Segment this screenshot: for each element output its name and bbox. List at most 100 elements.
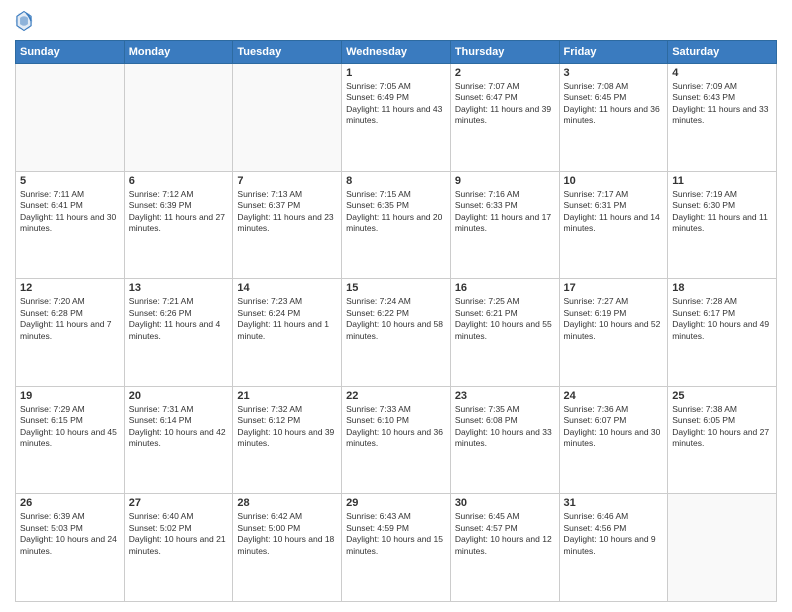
calendar-cell: 30 Sunrise: 6:45 AM Sunset: 4:57 PM Dayli… — [450, 494, 559, 602]
day-number: 7 — [237, 175, 337, 187]
calendar-cell: 11 Sunrise: 7:19 AM Sunset: 6:30 PM Dayli… — [668, 171, 777, 279]
calendar-cell: 6 Sunrise: 7:12 AM Sunset: 6:39 PM Daylig… — [124, 171, 233, 279]
calendar-cell: 25 Sunrise: 7:38 AM Sunset: 6:05 PM Dayli… — [668, 386, 777, 494]
calendar-cell: 5 Sunrise: 7:11 AM Sunset: 6:41 PM Daylig… — [16, 171, 125, 279]
day-detail: Sunrise: 7:33 AM Sunset: 6:10 PM Dayligh… — [346, 404, 446, 450]
calendar-cell: 14 Sunrise: 7:23 AM Sunset: 6:24 PM Dayli… — [233, 279, 342, 387]
day-detail: Sunrise: 7:20 AM Sunset: 6:28 PM Dayligh… — [20, 296, 120, 342]
day-number: 30 — [455, 497, 555, 509]
day-detail: Sunrise: 7:38 AM Sunset: 6:05 PM Dayligh… — [672, 404, 772, 450]
calendar-cell: 27Sunrise: 6:40 AM Sunset: 5:02 PM Dayli… — [124, 494, 233, 602]
day-number: 16 — [455, 282, 555, 294]
calendar-cell: 12 Sunrise: 7:20 AM Sunset: 6:28 PM Dayli… — [16, 279, 125, 387]
day-detail: Sunrise: 6:45 AM Sunset: 4:57 PM Dayligh… — [455, 511, 555, 557]
day-number: 4 — [672, 67, 772, 79]
day-number: 25 — [672, 390, 772, 402]
day-number: 11 — [672, 175, 772, 187]
day-detail: Sunrise: 7:24 AM Sunset: 6:22 PM Dayligh… — [346, 296, 446, 342]
day-detail: Sunrise: 7:05 AM Sunset: 6:49 PM Dayligh… — [346, 81, 446, 127]
day-number: 6 — [129, 175, 229, 187]
day-detail: Sunrise: 7:16 AM Sunset: 6:33 PM Dayligh… — [455, 189, 555, 235]
day-number: 24 — [564, 390, 664, 402]
week-row-1: 1Sunrise: 7:05 AM Sunset: 6:49 PM Daylig… — [16, 64, 777, 172]
day-detail: Sunrise: 7:08 AM Sunset: 6:45 PM Dayligh… — [564, 81, 664, 127]
page: SundayMondayTuesdayWednesdayThursdayFrid… — [0, 0, 792, 612]
day-number: 21 — [237, 390, 337, 402]
calendar-cell: 13 Sunrise: 7:21 AM Sunset: 6:26 PM Dayli… — [124, 279, 233, 387]
calendar-cell: 2Sunrise: 7:07 AM Sunset: 6:47 PM Daylig… — [450, 64, 559, 172]
calendar-cell: 3 Sunrise: 7:08 AM Sunset: 6:45 PM Daylig… — [559, 64, 668, 172]
week-row-5: 26 Sunrise: 6:39 AM Sunset: 5:03 PM Dayli… — [16, 494, 777, 602]
day-number: 8 — [346, 175, 446, 187]
logo-icon — [15, 10, 33, 32]
calendar-cell: 10Sunrise: 7:17 AM Sunset: 6:31 PM Dayli… — [559, 171, 668, 279]
calendar-cell: 9 Sunrise: 7:16 AM Sunset: 6:33 PM Daylig… — [450, 171, 559, 279]
calendar-cell: 23 Sunrise: 7:35 AM Sunset: 6:08 PM Dayli… — [450, 386, 559, 494]
calendar-table: SundayMondayTuesdayWednesdayThursdayFrid… — [15, 40, 777, 602]
day-detail: Sunrise: 7:28 AM Sunset: 6:17 PM Dayligh… — [672, 296, 772, 342]
day-detail: Sunrise: 7:09 AM Sunset: 6:43 PM Dayligh… — [672, 81, 772, 127]
calendar-cell: 22 Sunrise: 7:33 AM Sunset: 6:10 PM Dayli… — [342, 386, 451, 494]
calendar-cell: 7 Sunrise: 7:13 AM Sunset: 6:37 PM Daylig… — [233, 171, 342, 279]
calendar-cell — [16, 64, 125, 172]
weekday-header-sunday: Sunday — [16, 41, 125, 64]
calendar-cell: 29 Sunrise: 6:43 AM Sunset: 4:59 PM Dayli… — [342, 494, 451, 602]
weekday-header-saturday: Saturday — [668, 41, 777, 64]
day-number: 5 — [20, 175, 120, 187]
calendar-cell: 17 Sunrise: 7:27 AM Sunset: 6:19 PM Dayli… — [559, 279, 668, 387]
day-number: 31 — [564, 497, 664, 509]
day-detail: Sunrise: 7:23 AM Sunset: 6:24 PM Dayligh… — [237, 296, 337, 342]
day-number: 29 — [346, 497, 446, 509]
day-number: 20 — [129, 390, 229, 402]
day-detail: Sunrise: 7:31 AM Sunset: 6:14 PM Dayligh… — [129, 404, 229, 450]
day-number: 15 — [346, 282, 446, 294]
week-row-3: 12 Sunrise: 7:20 AM Sunset: 6:28 PM Dayli… — [16, 279, 777, 387]
calendar-cell: 8 Sunrise: 7:15 AM Sunset: 6:35 PM Daylig… — [342, 171, 451, 279]
day-number: 3 — [564, 67, 664, 79]
calendar-cell: 24 Sunrise: 7:36 AM Sunset: 6:07 PM Dayli… — [559, 386, 668, 494]
calendar-cell — [233, 64, 342, 172]
day-detail: Sunrise: 7:15 AM Sunset: 6:35 PM Dayligh… — [346, 189, 446, 235]
day-detail: Sunrise: 7:13 AM Sunset: 6:37 PM Dayligh… — [237, 189, 337, 235]
week-row-4: 19 Sunrise: 7:29 AM Sunset: 6:15 PM Dayli… — [16, 386, 777, 494]
day-number: 28 — [237, 497, 337, 509]
calendar-cell: 16Sunrise: 7:25 AM Sunset: 6:21 PM Dayli… — [450, 279, 559, 387]
calendar-cell — [124, 64, 233, 172]
day-detail: Sunrise: 7:17 AM Sunset: 6:31 PM Dayligh… — [564, 189, 664, 235]
day-number: 27 — [129, 497, 229, 509]
day-detail: Sunrise: 7:21 AM Sunset: 6:26 PM Dayligh… — [129, 296, 229, 342]
calendar-cell: 4 Sunrise: 7:09 AM Sunset: 6:43 PM Daylig… — [668, 64, 777, 172]
day-detail: Sunrise: 7:35 AM Sunset: 6:08 PM Dayligh… — [455, 404, 555, 450]
day-number: 9 — [455, 175, 555, 187]
day-number: 26 — [20, 497, 120, 509]
day-number: 19 — [20, 390, 120, 402]
weekday-header-friday: Friday — [559, 41, 668, 64]
calendar-cell: 31 Sunrise: 6:46 AM Sunset: 4:56 PM Dayli… — [559, 494, 668, 602]
day-number: 22 — [346, 390, 446, 402]
day-detail: Sunrise: 7:27 AM Sunset: 6:19 PM Dayligh… — [564, 296, 664, 342]
day-detail: Sunrise: 7:19 AM Sunset: 6:30 PM Dayligh… — [672, 189, 772, 235]
day-detail: Sunrise: 7:11 AM Sunset: 6:41 PM Dayligh… — [20, 189, 120, 235]
calendar-cell: 21Sunrise: 7:32 AM Sunset: 6:12 PM Dayli… — [233, 386, 342, 494]
day-detail: Sunrise: 7:36 AM Sunset: 6:07 PM Dayligh… — [564, 404, 664, 450]
day-detail: Sunrise: 6:39 AM Sunset: 5:03 PM Dayligh… — [20, 511, 120, 557]
weekday-header-tuesday: Tuesday — [233, 41, 342, 64]
calendar-cell: 28Sunrise: 6:42 AM Sunset: 5:00 PM Dayli… — [233, 494, 342, 602]
day-number: 2 — [455, 67, 555, 79]
weekday-header-row: SundayMondayTuesdayWednesdayThursdayFrid… — [16, 41, 777, 64]
day-detail: Sunrise: 7:29 AM Sunset: 6:15 PM Dayligh… — [20, 404, 120, 450]
header — [15, 10, 777, 32]
day-number: 23 — [455, 390, 555, 402]
day-detail: Sunrise: 7:12 AM Sunset: 6:39 PM Dayligh… — [129, 189, 229, 235]
weekday-header-wednesday: Wednesday — [342, 41, 451, 64]
day-number: 12 — [20, 282, 120, 294]
day-number: 17 — [564, 282, 664, 294]
day-detail: Sunrise: 6:46 AM Sunset: 4:56 PM Dayligh… — [564, 511, 664, 557]
calendar-cell: 19 Sunrise: 7:29 AM Sunset: 6:15 PM Dayli… — [16, 386, 125, 494]
day-number: 14 — [237, 282, 337, 294]
day-number: 13 — [129, 282, 229, 294]
day-detail: Sunrise: 6:43 AM Sunset: 4:59 PM Dayligh… — [346, 511, 446, 557]
week-row-2: 5 Sunrise: 7:11 AM Sunset: 6:41 PM Daylig… — [16, 171, 777, 279]
calendar-cell: 1Sunrise: 7:05 AM Sunset: 6:49 PM Daylig… — [342, 64, 451, 172]
calendar-cell: 26 Sunrise: 6:39 AM Sunset: 5:03 PM Dayli… — [16, 494, 125, 602]
